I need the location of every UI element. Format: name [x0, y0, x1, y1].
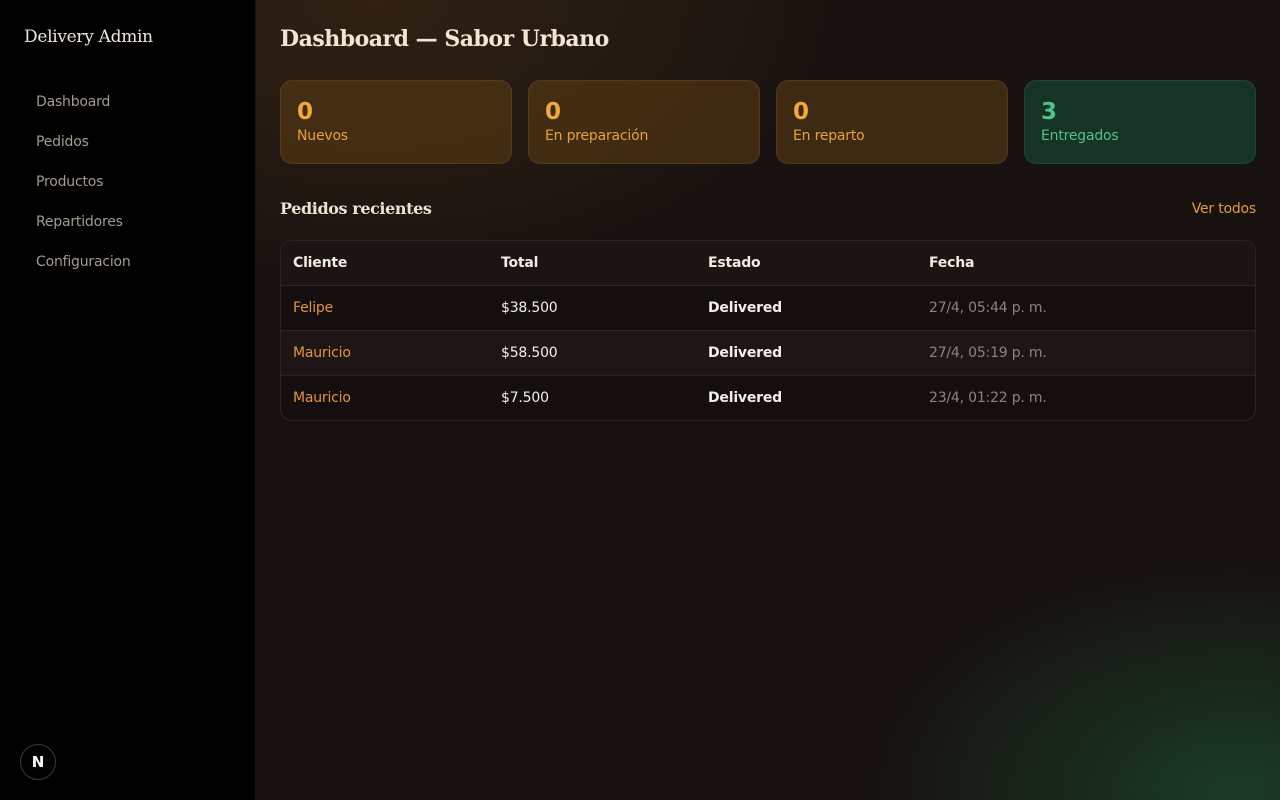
column-header-total: Total — [501, 255, 539, 271]
order-status: Delivered — [708, 345, 782, 361]
stat-label: En preparación — [545, 128, 649, 144]
page-title: Dashboard — Sabor Urbano — [280, 26, 609, 52]
view-all-link[interactable]: Ver todos — [1192, 201, 1257, 217]
table-row[interactable]: Mauricio $7.500 Delivered 23/4, 01:22 p.… — [281, 375, 1255, 420]
stat-value: 0 — [545, 99, 562, 125]
recent-orders-title: Pedidos recientes — [280, 199, 432, 218]
order-total: $7.500 — [501, 390, 549, 406]
recent-orders-table: Cliente Total Estado Fecha Felipe $38.50… — [280, 240, 1256, 421]
table-header-row: Cliente Total Estado Fecha — [281, 241, 1255, 285]
stat-card-en-reparto: 0 En reparto — [776, 80, 1008, 164]
order-status: Delivered — [708, 390, 782, 406]
order-total: $58.500 — [501, 345, 558, 361]
order-date: 27/4, 05:19 p. m. — [929, 345, 1047, 361]
stat-value: 3 — [1041, 99, 1058, 125]
order-date: 23/4, 01:22 p. m. — [929, 390, 1047, 406]
stat-label: Entregados — [1041, 128, 1119, 144]
sidebar-item-configuracion[interactable]: Configuracion — [24, 242, 234, 282]
stat-card-nuevos: 0 Nuevos — [280, 80, 512, 164]
sidebar-nav: Dashboard Pedidos Productos Repartidores… — [24, 82, 234, 282]
order-status: Delivered — [708, 300, 782, 316]
stat-value: 0 — [793, 99, 810, 125]
client-link[interactable]: Felipe — [281, 300, 489, 316]
stat-label: En reparto — [793, 128, 865, 144]
table-row[interactable]: Mauricio $58.500 Delivered 27/4, 05:19 p… — [281, 330, 1255, 375]
nextjs-logo-icon[interactable]: N — [20, 744, 56, 780]
sidebar-item-pedidos[interactable]: Pedidos — [24, 122, 234, 162]
order-date: 27/4, 05:44 p. m. — [929, 300, 1047, 316]
stat-card-en-preparacion: 0 En preparación — [528, 80, 760, 164]
table-row[interactable]: Felipe $38.500 Delivered 27/4, 05:44 p. … — [281, 285, 1255, 330]
column-header-estado: Estado — [708, 255, 761, 271]
column-header-fecha: Fecha — [929, 255, 975, 271]
brand-title: Delivery Admin — [24, 27, 153, 47]
stat-value: 0 — [297, 99, 314, 125]
sidebar: Delivery Admin Dashboard Pedidos Product… — [0, 0, 256, 800]
client-link[interactable]: Mauricio — [281, 345, 489, 361]
sidebar-item-productos[interactable]: Productos — [24, 162, 234, 202]
column-header-cliente: Cliente — [293, 255, 348, 271]
client-link[interactable]: Mauricio — [281, 390, 489, 406]
sidebar-item-dashboard[interactable]: Dashboard — [24, 82, 234, 122]
stat-card-entregados: 3 Entregados — [1024, 80, 1256, 164]
sidebar-item-repartidores[interactable]: Repartidores — [24, 202, 234, 242]
stat-label: Nuevos — [297, 128, 348, 144]
order-total: $38.500 — [501, 300, 558, 316]
nextjs-badge-letter: N — [31, 753, 45, 771]
main-content: Dashboard — Sabor Urbano 0 Nuevos 0 En p… — [256, 0, 1280, 800]
